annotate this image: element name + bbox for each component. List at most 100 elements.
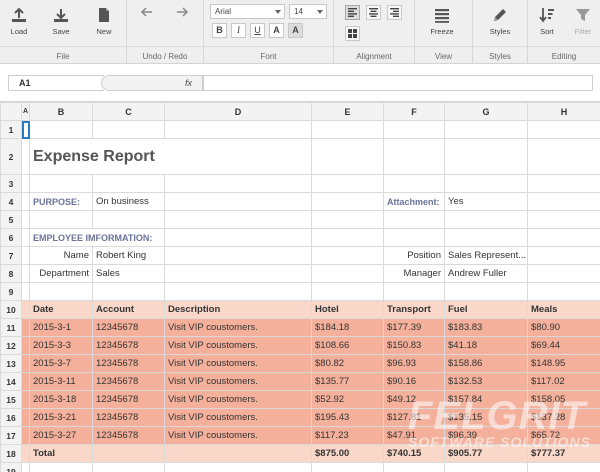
cell[interactable] bbox=[527, 462, 600, 472]
cell[interactable] bbox=[21, 300, 30, 319]
meals-cell[interactable]: $137.28 bbox=[527, 408, 600, 427]
description-cell[interactable]: Visit VIP coustomers. bbox=[164, 372, 312, 391]
hotel-cell[interactable]: $80.82 bbox=[311, 354, 384, 373]
row-header[interactable]: 6 bbox=[0, 228, 22, 247]
row-header[interactable]: 19 bbox=[0, 462, 22, 472]
employee-info-label[interactable]: EMPLOYEE IMFORMATION: bbox=[29, 228, 165, 247]
total-fuel[interactable]: $905.77 bbox=[444, 444, 528, 463]
account-cell[interactable]: 12345678 bbox=[92, 372, 165, 391]
redo-button[interactable] bbox=[165, 5, 199, 43]
cell[interactable] bbox=[383, 174, 445, 193]
cell[interactable] bbox=[527, 228, 600, 247]
freeze-button[interactable]: Freeze bbox=[425, 5, 459, 43]
table-header-meals[interactable]: Meals bbox=[527, 300, 600, 319]
table-header-date[interactable]: Date bbox=[29, 300, 93, 319]
cell[interactable] bbox=[29, 210, 93, 229]
account-cell[interactable]: 12345678 bbox=[92, 426, 165, 445]
cell[interactable] bbox=[21, 372, 30, 391]
date-cell[interactable]: 2015-3-21 bbox=[29, 408, 93, 427]
cell[interactable] bbox=[21, 138, 30, 175]
name-value[interactable]: Robert King bbox=[92, 246, 165, 265]
meals-cell[interactable]: $80.90 bbox=[527, 318, 600, 337]
total-meals[interactable]: $777.37 bbox=[527, 444, 600, 463]
cell[interactable] bbox=[92, 282, 165, 301]
cell[interactable] bbox=[29, 120, 93, 139]
font-size-select[interactable]: 14 bbox=[289, 4, 327, 19]
row-header[interactable]: 5 bbox=[0, 210, 22, 229]
table-header-description[interactable]: Description bbox=[164, 300, 312, 319]
transport-cell[interactable]: $47.91 bbox=[383, 426, 445, 445]
total-transport[interactable]: $740.15 bbox=[383, 444, 445, 463]
date-cell[interactable]: 2015-3-18 bbox=[29, 390, 93, 409]
cell[interactable] bbox=[311, 462, 384, 472]
table-header-fuel[interactable]: Fuel bbox=[444, 300, 528, 319]
name-box[interactable]: A1 bbox=[8, 75, 104, 91]
department-label[interactable]: Department bbox=[29, 264, 93, 283]
fuel-cell[interactable]: $158.86 bbox=[444, 354, 528, 373]
cell[interactable] bbox=[21, 282, 30, 301]
cell[interactable] bbox=[444, 120, 528, 139]
cell[interactable] bbox=[311, 246, 384, 265]
cell[interactable] bbox=[164, 264, 312, 283]
row-header[interactable]: 9 bbox=[0, 282, 22, 301]
align-left-button[interactable] bbox=[345, 5, 360, 20]
column-header-b[interactable]: B bbox=[29, 102, 93, 121]
cell[interactable] bbox=[92, 174, 165, 193]
cell[interactable] bbox=[21, 174, 30, 193]
description-cell[interactable]: Visit VIP coustomers. bbox=[164, 426, 312, 445]
cell[interactable] bbox=[527, 120, 600, 139]
row-header[interactable]: 15 bbox=[0, 390, 22, 409]
cell[interactable] bbox=[383, 282, 445, 301]
table-header-transport[interactable]: Transport bbox=[383, 300, 445, 319]
cell[interactable] bbox=[21, 318, 30, 337]
attachment-value[interactable]: Yes bbox=[444, 192, 528, 211]
merge-cells-button[interactable] bbox=[345, 26, 360, 41]
cell[interactable] bbox=[92, 444, 165, 463]
department-value[interactable]: Sales bbox=[92, 264, 165, 283]
cell[interactable] bbox=[311, 264, 384, 283]
date-cell[interactable]: 2015-3-1 bbox=[29, 318, 93, 337]
cell[interactable] bbox=[92, 210, 165, 229]
hotel-cell[interactable]: $184.18 bbox=[311, 318, 384, 337]
cell[interactable] bbox=[527, 192, 600, 211]
cell[interactable] bbox=[383, 138, 445, 175]
transport-cell[interactable]: $127.81 bbox=[383, 408, 445, 427]
total-hotel[interactable]: $875.00 bbox=[311, 444, 384, 463]
cell[interactable] bbox=[92, 462, 165, 472]
row-header[interactable]: 10 bbox=[0, 300, 22, 319]
purpose-label[interactable]: PURPOSE: bbox=[29, 192, 93, 211]
sort-button[interactable]: Sort bbox=[530, 5, 564, 43]
filter-button[interactable]: Filter bbox=[566, 5, 600, 43]
fuel-cell[interactable]: $41.18 bbox=[444, 336, 528, 355]
meals-cell[interactable]: $158.05 bbox=[527, 390, 600, 409]
cell[interactable] bbox=[21, 264, 30, 283]
date-cell[interactable]: 2015-3-7 bbox=[29, 354, 93, 373]
cell[interactable] bbox=[164, 282, 312, 301]
cell[interactable] bbox=[311, 174, 384, 193]
save-button[interactable]: Save bbox=[44, 5, 78, 43]
cell[interactable] bbox=[164, 174, 312, 193]
row-header[interactable]: 17 bbox=[0, 426, 22, 445]
fill-color-button[interactable]: A bbox=[288, 23, 303, 38]
cell[interactable] bbox=[311, 192, 384, 211]
transport-cell[interactable]: $177.39 bbox=[383, 318, 445, 337]
cell[interactable] bbox=[527, 264, 600, 283]
cell[interactable] bbox=[383, 210, 445, 229]
cell[interactable] bbox=[21, 354, 30, 373]
fuel-cell[interactable]: $132.53 bbox=[444, 372, 528, 391]
fuel-cell[interactable]: $157.84 bbox=[444, 390, 528, 409]
cell[interactable] bbox=[164, 192, 312, 211]
cell[interactable] bbox=[164, 444, 312, 463]
cell[interactable] bbox=[311, 282, 384, 301]
hotel-cell[interactable]: $195.43 bbox=[311, 408, 384, 427]
cell[interactable] bbox=[527, 210, 600, 229]
cell[interactable] bbox=[164, 120, 312, 139]
column-header-e[interactable]: E bbox=[311, 102, 384, 121]
row-header[interactable]: 13 bbox=[0, 354, 22, 373]
cell[interactable] bbox=[21, 462, 30, 472]
transport-cell[interactable]: $90.16 bbox=[383, 372, 445, 391]
transport-cell[interactable]: $49.12 bbox=[383, 390, 445, 409]
cell[interactable] bbox=[311, 120, 384, 139]
hotel-cell[interactable]: $52.92 bbox=[311, 390, 384, 409]
cell[interactable] bbox=[383, 120, 445, 139]
